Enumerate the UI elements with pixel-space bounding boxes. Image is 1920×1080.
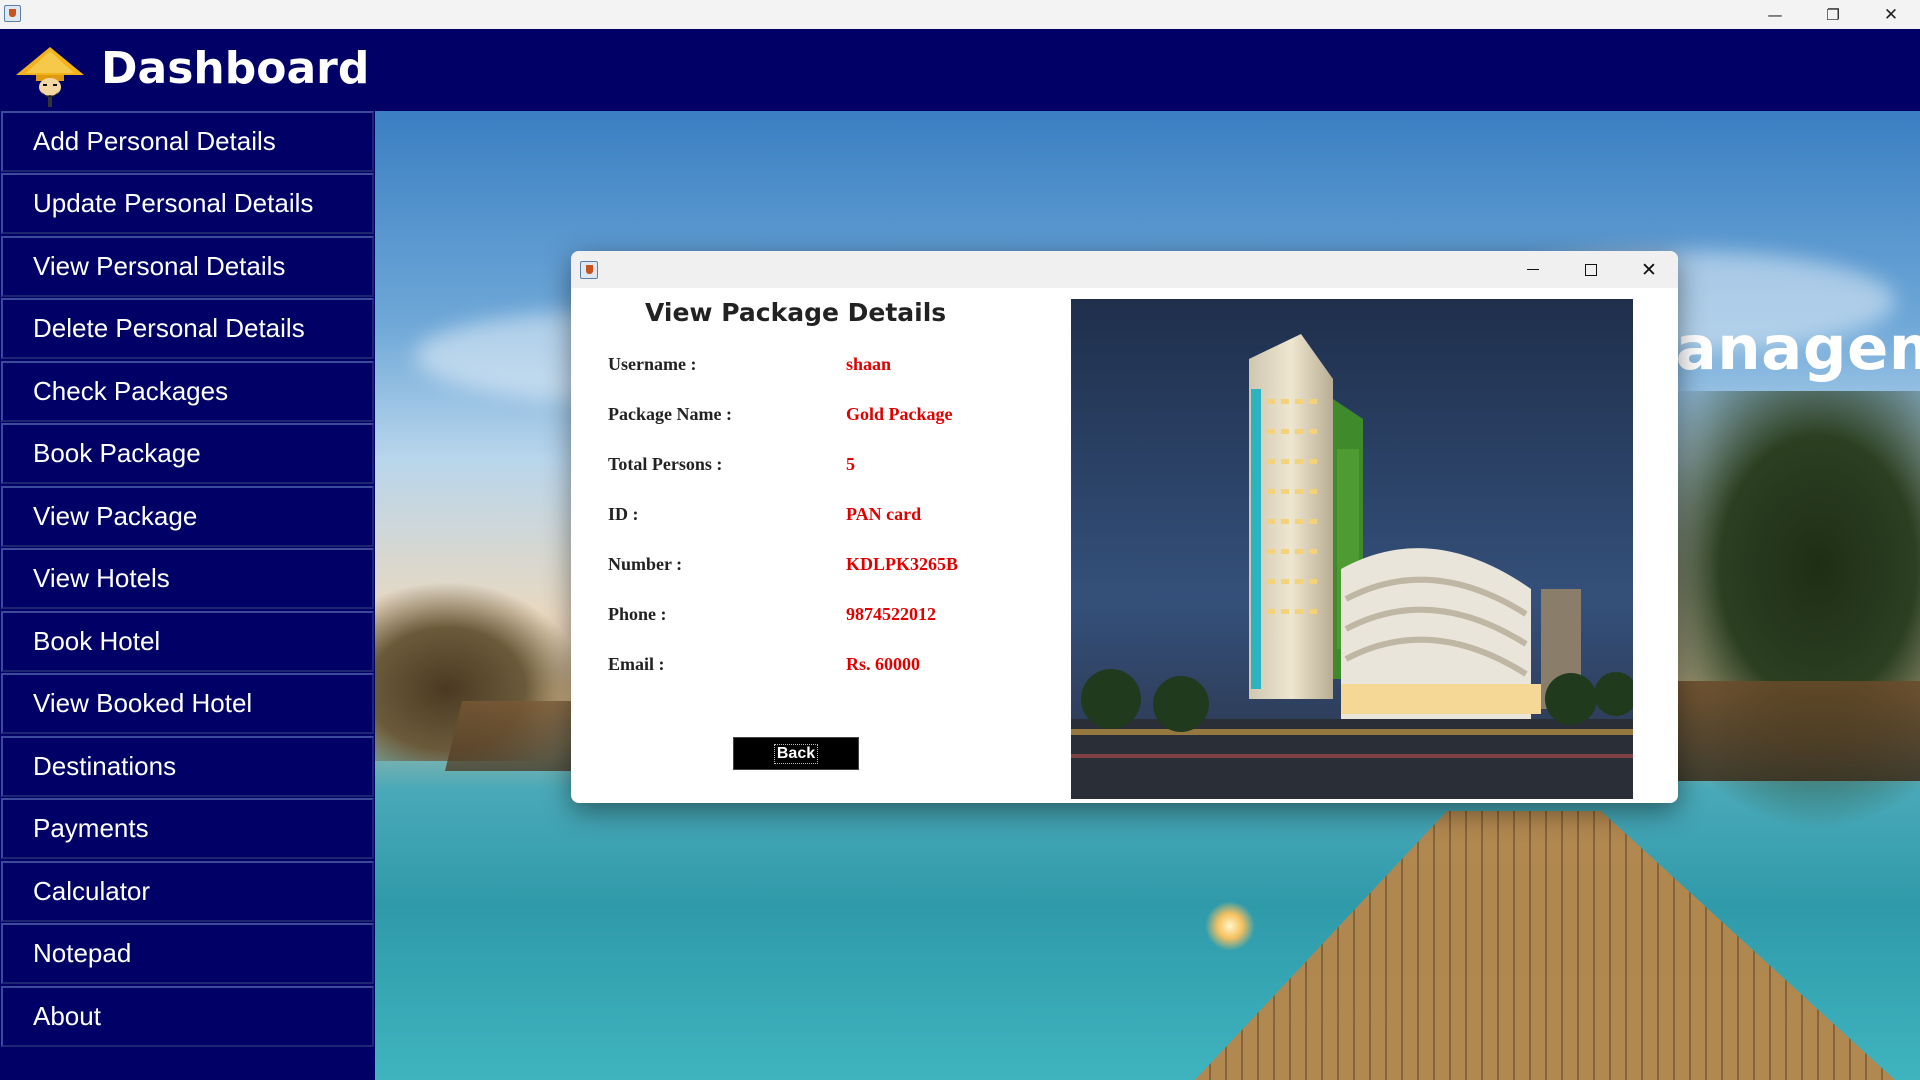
dialog-maximize-button[interactable]	[1562, 251, 1620, 288]
phone-value: 9874522012	[846, 604, 936, 624]
username-value: shaan	[846, 354, 892, 374]
sidebar-item-destinations[interactable]: Destinations	[1, 736, 374, 797]
sidebar-item-view-booked-hotel[interactable]: View Booked Hotel	[1, 673, 374, 734]
os-title-bar: — ❐ ✕	[0, 0, 1920, 29]
sidebar-item-calculator[interactable]: Calculator	[1, 861, 374, 922]
sidebar-item-book-hotel[interactable]: Book Hotel	[1, 611, 374, 672]
package-name-value: Gold Package	[846, 404, 953, 424]
sidebar-item-update-personal-details[interactable]: Update Personal Details	[1, 173, 374, 234]
username-label: Username :	[608, 354, 697, 374]
dialog-close-button[interactable]: ✕	[1620, 251, 1678, 288]
hotel-building-illustration	[1071, 299, 1633, 799]
page-title: Dashboard	[101, 43, 370, 94]
email-value: Rs. 60000	[846, 654, 921, 674]
back-button-label: Back	[773, 743, 819, 764]
sidebar-item-add-personal-details[interactable]: Add Personal Details	[1, 111, 374, 172]
sidebar-item-delete-personal-details[interactable]: Delete Personal Details	[1, 298, 374, 359]
number-value: KDLPK3265B	[846, 554, 959, 574]
sidebar-item-view-hotels[interactable]: View Hotels	[1, 548, 374, 609]
total-persons-label: Total Persons :	[608, 454, 723, 474]
beach-hut-right	[1670, 681, 1920, 781]
hotel-photo	[1071, 299, 1633, 799]
window-close-button[interactable]: ✕	[1862, 0, 1920, 29]
java-app-icon	[4, 5, 21, 22]
sidebar-item-view-personal-details[interactable]: View Personal Details	[1, 236, 374, 297]
maximize-icon	[1585, 263, 1597, 276]
number-label: Number :	[608, 554, 683, 574]
back-button[interactable]: Back	[733, 737, 859, 770]
sidebar-item-book-package[interactable]: Book Package	[1, 423, 374, 484]
email-label: Email :	[608, 654, 665, 674]
pier-lamp-glow	[1205, 901, 1255, 951]
total-persons-value: 5	[846, 454, 855, 474]
sidebar-menu: Add Personal Details Update Personal Det…	[0, 111, 375, 1080]
view-package-dialog: ✕ View Package Details Username : shaan …	[571, 251, 1678, 803]
traveler-hat-icon	[16, 47, 84, 107]
dialog-heading: View Package Details	[645, 298, 947, 327]
dialog-minimize-button[interactable]	[1504, 251, 1562, 288]
sidebar-item-payments[interactable]: Payments	[1, 798, 374, 859]
phone-label: Phone :	[608, 604, 667, 624]
window-minimize-button[interactable]: —	[1746, 0, 1804, 29]
sidebar-item-view-package[interactable]: View Package	[1, 486, 374, 547]
id-value: PAN card	[846, 504, 922, 524]
sidebar-item-check-packages[interactable]: Check Packages	[1, 361, 374, 422]
wooden-pier	[1195, 811, 1895, 1080]
minimize-icon	[1527, 268, 1539, 271]
sidebar-item-notepad[interactable]: Notepad	[1, 923, 374, 984]
id-label: ID :	[608, 504, 639, 524]
sidebar-item-about[interactable]: About	[1, 986, 374, 1047]
dialog-title-bar: ✕	[571, 251, 1678, 288]
dashboard-header: Dashboard	[0, 29, 1920, 111]
window-restore-button[interactable]: ❐	[1804, 0, 1862, 29]
package-name-label: Package Name :	[608, 404, 732, 424]
java-app-icon	[580, 261, 598, 279]
